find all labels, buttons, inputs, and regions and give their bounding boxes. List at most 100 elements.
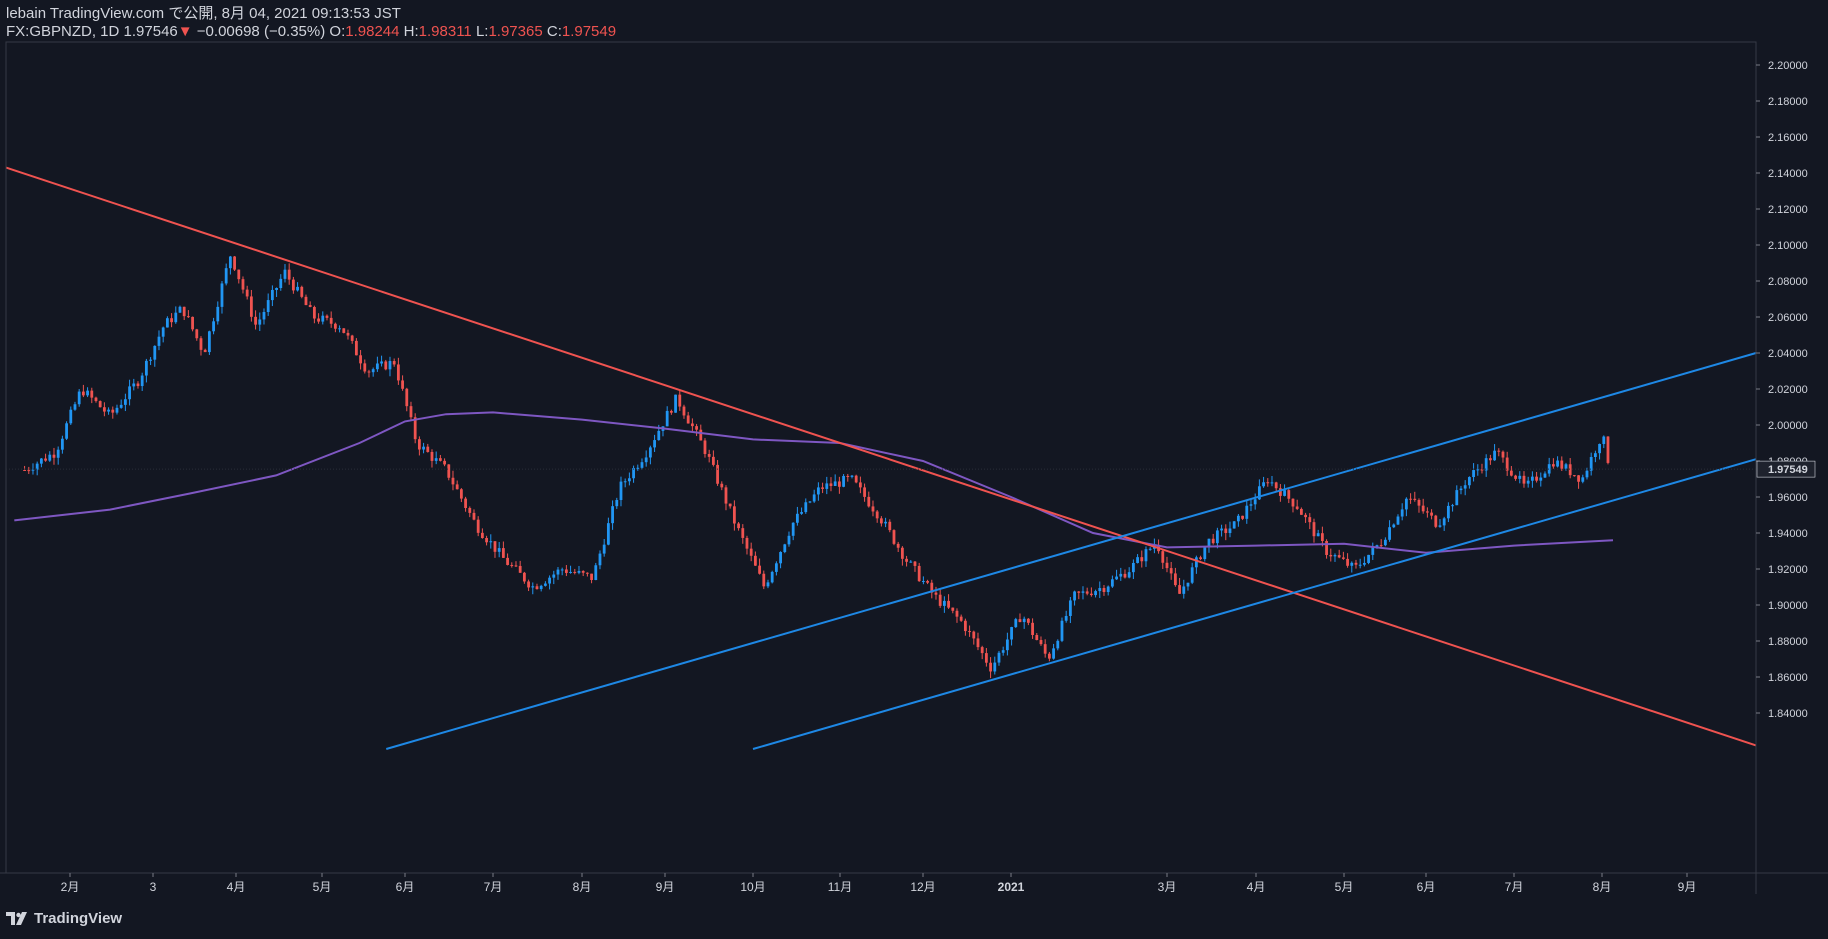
candle-body — [1551, 464, 1555, 467]
candle-body — [338, 328, 341, 330]
candle-body — [947, 600, 950, 608]
candle-body — [1068, 600, 1072, 616]
candle-body — [191, 316, 194, 330]
candle-body — [115, 407, 119, 413]
x-tick-label: 5月 — [1335, 880, 1354, 894]
candle-body — [443, 460, 446, 465]
y-tick-label: 2.08000 — [1768, 276, 1808, 288]
candle-body — [867, 496, 871, 507]
candle-body — [1022, 618, 1026, 623]
candle-body — [287, 269, 291, 280]
candle-body — [934, 592, 938, 595]
candle-body — [1371, 546, 1375, 555]
candle-body — [707, 453, 711, 457]
candle-body — [1274, 482, 1278, 489]
candle-body — [245, 289, 249, 297]
candle-body — [1564, 464, 1568, 469]
candle-body — [1056, 640, 1060, 649]
candle-body — [237, 269, 241, 280]
candle-body — [980, 647, 984, 654]
candle-body — [1127, 572, 1131, 578]
candle-body — [207, 331, 211, 353]
candle-body — [1060, 620, 1064, 641]
candle-body — [325, 315, 329, 318]
price-chart[interactable]: 2.20000 2.18000 2.16000 2.14000 2.12000 2.100… — [0, 0, 1828, 894]
candle-body — [321, 315, 325, 322]
candle-body — [476, 519, 480, 533]
candle-body — [1136, 557, 1139, 563]
candle-body — [627, 478, 631, 482]
candle-body — [1442, 518, 1446, 526]
candle-body — [254, 316, 257, 325]
candle-body — [1438, 525, 1442, 527]
candle-body — [1283, 490, 1286, 496]
candle-body — [690, 423, 694, 427]
candle-body — [1165, 562, 1169, 569]
candle-body — [753, 555, 757, 566]
candle-body — [1001, 650, 1005, 653]
candle-body — [1362, 562, 1366, 565]
candle-body — [644, 457, 648, 463]
candle-body — [312, 306, 316, 319]
candle-body — [1572, 475, 1576, 477]
candle-body — [1606, 436, 1610, 463]
candle-body — [1434, 515, 1438, 527]
candle-body — [1581, 477, 1585, 482]
candle-body — [888, 521, 892, 531]
candle-body — [1409, 498, 1412, 500]
candle-body — [275, 288, 278, 290]
candle-body — [262, 312, 266, 320]
candle-body — [1333, 555, 1337, 557]
candle-body — [909, 561, 913, 563]
candle-body — [598, 553, 602, 566]
x-tick-label: 7月 — [1505, 880, 1524, 894]
candle-body — [989, 662, 992, 672]
candle-body — [1173, 573, 1177, 586]
candle-body — [615, 500, 619, 507]
candle-body — [808, 501, 812, 503]
candle-body — [1224, 528, 1228, 534]
x-tick-label: 10月 — [740, 880, 765, 894]
x-tick-label: 4月 — [1247, 880, 1266, 894]
candle-body — [27, 470, 31, 472]
candle-body — [1140, 557, 1144, 562]
candle-body — [821, 487, 824, 489]
candle-body — [1312, 522, 1316, 537]
candle-body — [107, 409, 110, 412]
last-price-label: 1.97549 — [1768, 464, 1808, 476]
candle-body — [430, 451, 434, 461]
candle-body — [346, 332, 350, 336]
x-tick-label: 3月 — [1158, 880, 1177, 894]
candle-body — [161, 327, 165, 337]
y-tick-label: 2.00000 — [1768, 420, 1808, 432]
candle-body — [779, 552, 782, 564]
candle-body — [178, 306, 182, 313]
candle-body — [678, 394, 682, 407]
candle-body — [716, 464, 719, 484]
candle-body — [1043, 644, 1047, 654]
candle-body — [174, 312, 178, 323]
candle-body — [1253, 499, 1257, 505]
candle-body — [569, 571, 572, 573]
candle-body — [800, 512, 803, 514]
y-tick-label: 2.12000 — [1768, 204, 1808, 216]
candle-body — [699, 429, 703, 441]
y-tick-label: 2.18000 — [1768, 96, 1808, 108]
candle-body — [1089, 593, 1093, 596]
candle-body — [1207, 538, 1211, 547]
y-tick-label: 1.88000 — [1768, 636, 1808, 648]
tradingview-logo[interactable]: TradingView — [6, 910, 122, 927]
candle-body — [422, 446, 425, 450]
y-tick-label: 1.92000 — [1768, 564, 1808, 576]
candle-body — [1530, 476, 1534, 481]
candle-body — [98, 401, 102, 408]
candle-body — [581, 570, 585, 573]
x-tick-label: 9月 — [1678, 880, 1697, 894]
tradingview-logo-icon — [6, 911, 27, 925]
candle-body — [182, 306, 186, 317]
candle-body — [1073, 591, 1076, 601]
candle-body — [1337, 555, 1341, 558]
candle-body — [1266, 482, 1270, 484]
candle-body — [653, 440, 656, 448]
candle-body — [1110, 579, 1114, 587]
